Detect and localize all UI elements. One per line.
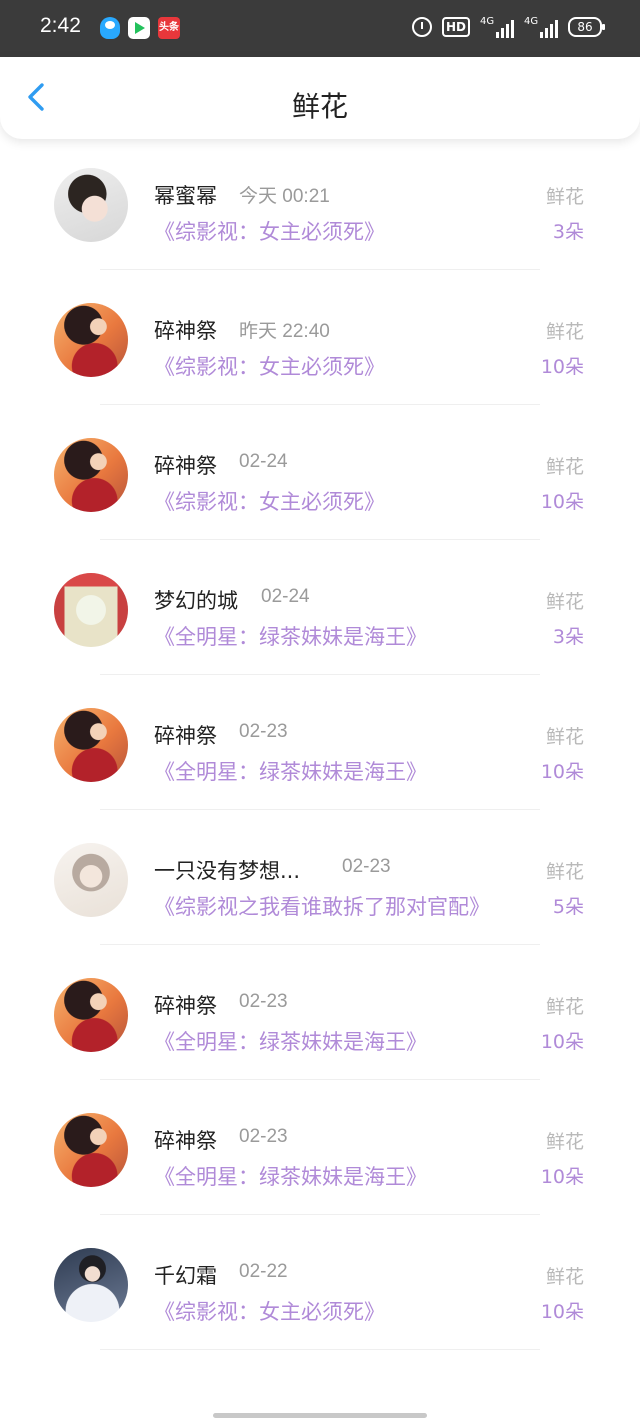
gift-count: 10朵 [540, 761, 584, 783]
gift-type: 鲜花 [545, 861, 584, 883]
gift-type: 鲜花 [545, 996, 584, 1018]
gift-count: 3朵 [552, 626, 584, 648]
list-item[interactable]: 一只没有梦想... 02-23 《综影视之我看谁敢拆了那对官配》 鲜花 5朵 [0, 810, 640, 945]
sent-time: 昨天 22:40 [239, 321, 330, 342]
book-title[interactable]: 《全明星：绿茶妹妹是海王》 [154, 756, 427, 786]
gift-type: 鲜花 [545, 1266, 584, 1288]
row-divider [100, 1349, 540, 1350]
avatar[interactable] [54, 168, 128, 242]
avatar[interactable] [54, 978, 128, 1052]
sender-name[interactable]: 幂蜜幂 [154, 180, 217, 210]
sent-time: 02-24 [239, 451, 288, 472]
toutiao-icon: 头条 [158, 17, 180, 39]
page-title: 鲜花 [291, 90, 348, 123]
avatar[interactable] [54, 438, 128, 512]
avatar[interactable] [54, 1113, 128, 1187]
system-icons: HD 4G 4G 86 [411, 16, 605, 38]
sender-name[interactable]: 梦幻的城 [154, 585, 238, 615]
sender-name[interactable]: 碎神祭 [154, 1125, 217, 1155]
avatar[interactable] [54, 708, 128, 782]
status-bar: 2:42 头条 HD 4G 4G 86 [0, 0, 640, 57]
gift-type: 鲜花 [545, 456, 584, 478]
list-item[interactable]: 碎神祭 02-23 《全明星：绿茶妹妹是海王》 鲜花 10朵 [0, 675, 640, 810]
sender-name[interactable]: 碎神祭 [154, 990, 217, 1020]
flower-record-list-inner: 幂蜜幂 今天 00:21 《综影视：女主必须死》 鲜花 3朵 碎神祭 昨天 22:40 《综影… [0, 139, 640, 1350]
home-indicator[interactable] [213, 1413, 427, 1418]
list-item[interactable]: 碎神祭 02-24 《综影视：女主必须死》 鲜花 10朵 [0, 405, 640, 540]
avatar[interactable] [54, 573, 128, 647]
sent-time: 02-23 [239, 721, 288, 742]
status-time: 2:42 [40, 14, 81, 37]
list-item[interactable]: 幂蜜幂 今天 00:21 《综影视：女主必须死》 鲜花 3朵 [0, 139, 640, 270]
sent-time: 今天 00:21 [239, 186, 330, 207]
gift-type: 鲜花 [545, 591, 584, 613]
tencent-video-icon [128, 17, 150, 39]
gift-count: 3朵 [552, 221, 584, 243]
notification-icons: 头条 [100, 17, 180, 39]
book-title[interactable]: 《全明星：绿茶妹妹是海王》 [154, 621, 427, 651]
gift-count: 10朵 [540, 1166, 584, 1188]
book-title[interactable]: 《全明星：绿茶妹妹是海王》 [154, 1161, 427, 1191]
book-title[interactable]: 《综影视之我看谁敢拆了那对官配》 [154, 891, 490, 921]
signal-icon: 4G [480, 16, 514, 38]
sent-time: 02-23 [342, 856, 391, 877]
gift-type: 鲜花 [545, 726, 584, 748]
avatar[interactable] [54, 303, 128, 377]
sender-name[interactable]: 碎神祭 [154, 720, 217, 750]
hd-icon: HD [441, 17, 470, 37]
sent-time: 02-24 [261, 586, 310, 607]
signal-icon-2: 4G [524, 16, 558, 38]
gift-count: 5朵 [552, 896, 584, 918]
gift-count: 10朵 [540, 356, 584, 378]
sender-name[interactable]: 一只没有梦想... [154, 855, 300, 885]
avatar[interactable] [54, 843, 128, 917]
list-item[interactable]: 千幻霜 02-22 《综影视：女主必须死》 鲜花 10朵 [0, 1215, 640, 1350]
gift-type: 鲜花 [545, 321, 584, 343]
list-item[interactable]: 碎神祭 昨天 22:40 《综影视：女主必须死》 鲜花 10朵 [0, 270, 640, 405]
gift-type: 鲜花 [545, 1131, 584, 1153]
book-title[interactable]: 《综影视：女主必须死》 [154, 1296, 385, 1326]
sender-name[interactable]: 千幻霜 [154, 1260, 217, 1290]
sender-name[interactable]: 碎神祭 [154, 315, 217, 345]
top-nav-bar: 鲜花 [0, 57, 640, 139]
gift-count: 10朵 [540, 1301, 584, 1323]
alarm-icon [411, 17, 432, 37]
list-item[interactable]: 梦幻的城 02-24 《全明星：绿茶妹妹是海王》 鲜花 3朵 [0, 540, 640, 675]
sent-time: 02-23 [239, 1126, 288, 1147]
qq-icon [100, 17, 120, 39]
book-title[interactable]: 《综影视：女主必须死》 [154, 216, 385, 246]
list-item[interactable]: 碎神祭 02-23 《全明星：绿茶妹妹是海王》 鲜花 10朵 [0, 1080, 640, 1215]
book-title[interactable]: 《综影视：女主必须死》 [154, 486, 385, 516]
sent-time: 02-22 [239, 1261, 288, 1282]
network-type-label-2: 4G [524, 16, 539, 27]
sent-time: 02-23 [239, 991, 288, 1012]
list-item[interactable]: 碎神祭 02-23 《全明星：绿茶妹妹是海王》 鲜花 10朵 [0, 945, 640, 1080]
avatar[interactable] [54, 1248, 128, 1322]
book-title[interactable]: 《综影视：女主必须死》 [154, 351, 385, 381]
gift-type: 鲜花 [545, 186, 584, 208]
gift-count: 10朵 [540, 1031, 584, 1053]
network-type-label: 4G [480, 16, 495, 27]
book-title[interactable]: 《全明星：绿茶妹妹是海王》 [154, 1026, 427, 1056]
flower-record-list[interactable]: 幂蜜幂 今天 00:21 《综影视：女主必须死》 鲜花 3朵 碎神祭 昨天 22:40 《综影… [0, 139, 640, 1422]
battery-icon: 86 [568, 17, 605, 37]
sender-name[interactable]: 碎神祭 [154, 450, 217, 480]
gift-count: 10朵 [540, 491, 584, 513]
